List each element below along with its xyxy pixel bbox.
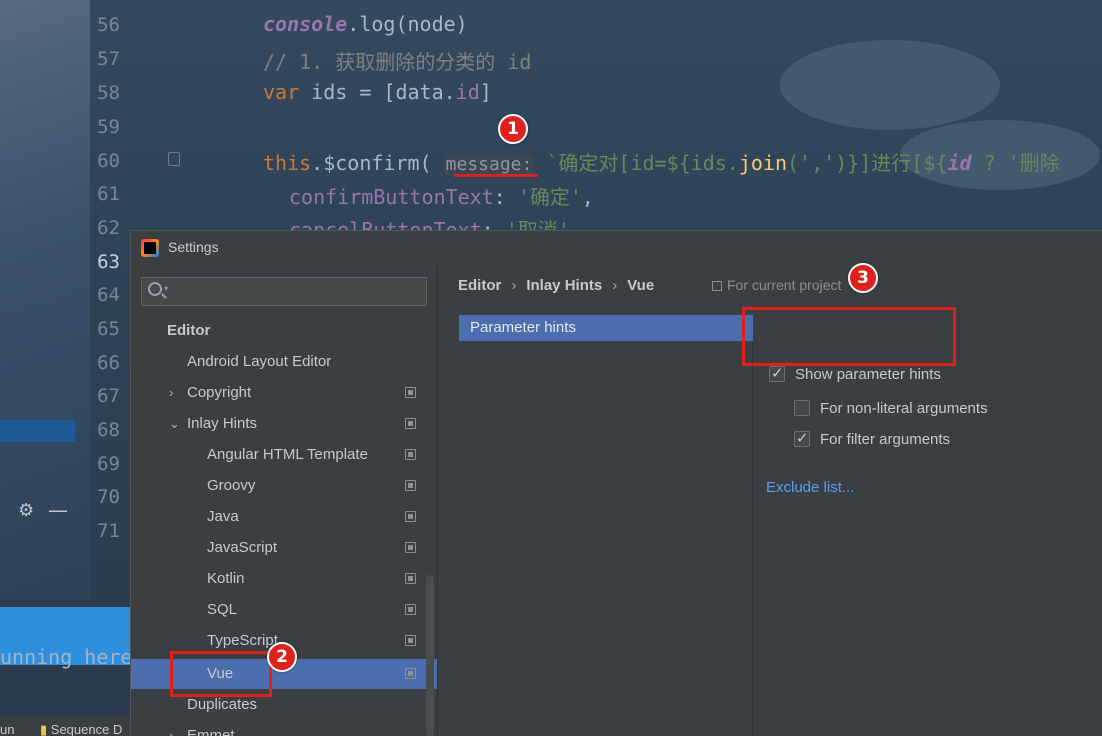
- line-number: 58: [97, 82, 120, 104]
- tool-window-toolbar: ⚙ —: [0, 498, 75, 526]
- exclude-list-link[interactable]: Exclude list...: [766, 479, 854, 496]
- project-scope-icon: [712, 281, 722, 291]
- tree-section-editor[interactable]: Editor: [131, 316, 437, 346]
- project-scope-icon: [405, 511, 416, 522]
- project-scope-icon: [405, 418, 416, 429]
- tree-item-javascript[interactable]: JavaScript: [131, 533, 437, 563]
- background-cloud: [780, 40, 1000, 130]
- dialog-title: Settings: [168, 239, 219, 255]
- annotation-underline: [454, 174, 538, 177]
- line-number: 70: [97, 486, 120, 508]
- tab-sequence-diagram[interactable]: ▮ Sequence D: [40, 722, 122, 736]
- line-number: 59: [97, 116, 120, 138]
- tree-item-inlay-hints[interactable]: ⌄ Inlay Hints: [131, 409, 437, 439]
- line-number: 67: [97, 385, 120, 407]
- tree-item-angular-html-template[interactable]: Angular HTML Template: [131, 440, 437, 470]
- tree-item-groovy[interactable]: Groovy: [131, 471, 437, 501]
- annotation-marker-3: 3: [848, 263, 878, 293]
- project-scope-icon: [405, 387, 416, 398]
- line-number: 62: [97, 217, 120, 239]
- minimize-icon[interactable]: —: [48, 498, 68, 522]
- line-number: 68: [97, 419, 120, 441]
- project-scope-icon: [405, 604, 416, 615]
- tree-item-android-layout-editor[interactable]: Android Layout Editor: [131, 347, 437, 377]
- line-number: 57: [97, 48, 120, 70]
- tab-run[interactable]: un: [0, 722, 14, 736]
- code-line-57: // 1. 获取删除的分类的 id: [263, 50, 532, 74]
- tree-item-sql[interactable]: SQL: [131, 595, 437, 625]
- list-item-parameter-hints[interactable]: Parameter hints: [459, 315, 753, 341]
- run-console-text: unning here: [0, 645, 133, 669]
- project-scope-icon: [405, 668, 416, 679]
- intellij-logo-icon: [141, 239, 159, 257]
- project-scope-icon: [405, 449, 416, 460]
- tool-window-strip: [0, 420, 75, 442]
- filter-arguments-label[interactable]: For filter arguments: [820, 431, 950, 448]
- hint-type-list: Parameter hints: [459, 315, 753, 736]
- code-line-56: console.log(node): [263, 12, 468, 36]
- scope-label: For current project: [712, 277, 841, 293]
- line-number: 61: [97, 183, 120, 205]
- annotation-marker-2: 2: [267, 642, 297, 672]
- tree-scrollbar[interactable]: [426, 575, 434, 736]
- line-number-current: 63: [97, 251, 120, 273]
- hint-options: Show parameter hints For non-literal arg…: [753, 315, 1102, 736]
- breadcrumb: Editor › Inlay Hints › Vue: [458, 277, 655, 294]
- code-line-60: this.$confirm( message: `确定对[id=${ids.jo…: [263, 151, 1060, 175]
- show-parameter-hints-checkbox[interactable]: [769, 364, 785, 382]
- gear-icon[interactable]: ⚙: [18, 500, 34, 521]
- tree-item-java[interactable]: Java: [131, 502, 437, 532]
- line-number: 64: [97, 284, 120, 306]
- tree-item-copyright[interactable]: › Copyright: [131, 378, 437, 408]
- project-scope-icon: [405, 480, 416, 491]
- tree-item-emmet[interactable]: › Emmet: [131, 721, 437, 736]
- line-number: 66: [97, 352, 120, 374]
- tree-item-kotlin[interactable]: Kotlin: [131, 564, 437, 594]
- show-parameter-hints-label[interactable]: Show parameter hints: [795, 366, 941, 383]
- chevron-right-icon[interactable]: ›: [169, 721, 173, 736]
- chevron-right-icon[interactable]: ›: [169, 378, 173, 408]
- sequence-icon: ▮: [40, 722, 48, 736]
- code-line-61: confirmButtonText: '确定',: [289, 185, 594, 209]
- dialog-titlebar[interactable]: Settings: [131, 231, 1102, 265]
- project-scope-icon: [405, 573, 416, 584]
- non-literal-arguments-checkbox[interactable]: [794, 400, 810, 416]
- project-scope-icon: [405, 635, 416, 646]
- project-scope-icon: [405, 542, 416, 553]
- annotation-box-vue: [170, 651, 272, 697]
- code-line-58: var ids = [data.id]: [263, 80, 492, 104]
- line-number: 56: [97, 14, 120, 36]
- fold-icon[interactable]: [168, 152, 180, 166]
- parameter-hint-message: message:: [443, 154, 535, 175]
- search-icon: [148, 282, 162, 296]
- line-number: 69: [97, 453, 120, 475]
- settings-search-input[interactable]: ▾: [141, 277, 427, 306]
- annotation-marker-1: 1: [498, 114, 528, 144]
- filter-arguments-checkbox[interactable]: [794, 429, 810, 447]
- non-literal-arguments-label[interactable]: For non-literal arguments: [820, 400, 988, 417]
- line-number: 71: [97, 520, 120, 542]
- chevron-down-icon: ▾: [164, 284, 169, 293]
- annotation-box-show-hints: [742, 307, 956, 366]
- line-number: 65: [97, 318, 120, 340]
- chevron-down-icon[interactable]: ⌄: [169, 409, 180, 439]
- line-number: 60: [97, 150, 120, 172]
